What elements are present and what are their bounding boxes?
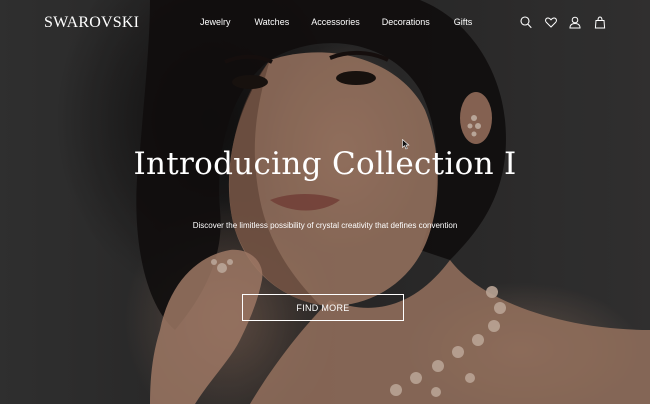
mouse-cursor-icon	[402, 139, 410, 150]
heart-icon[interactable]	[544, 16, 557, 29]
brand-logo[interactable]: SWAROVSKI	[44, 14, 139, 32]
hero-overlay	[0, 0, 650, 404]
hero-title: Introducing Collection I	[133, 146, 517, 182]
nav-item-jewelry[interactable]: Jewelry	[200, 17, 231, 27]
nav-item-accessories[interactable]: Accessories	[311, 17, 360, 27]
nav-item-watches[interactable]: Watches	[255, 17, 290, 27]
user-icon[interactable]	[569, 16, 581, 29]
page: SWAROVSKI Jewelry Watches Accessories De…	[0, 0, 650, 404]
search-icon[interactable]	[520, 16, 532, 29]
site-header: SWAROVSKI Jewelry Watches Accessories De…	[0, 0, 650, 48]
hero-subtitle: Discover the limitless possibility of cr…	[192, 221, 458, 230]
find-more-button[interactable]: FIND MORE	[242, 294, 404, 321]
main-nav: Jewelry Watches Accessories Decorations …	[200, 17, 472, 27]
shopping-bag-icon[interactable]	[594, 16, 606, 29]
nav-item-gifts[interactable]: Gifts	[454, 17, 473, 27]
nav-item-decorations[interactable]: Decorations	[382, 17, 430, 27]
header-actions	[520, 16, 606, 29]
